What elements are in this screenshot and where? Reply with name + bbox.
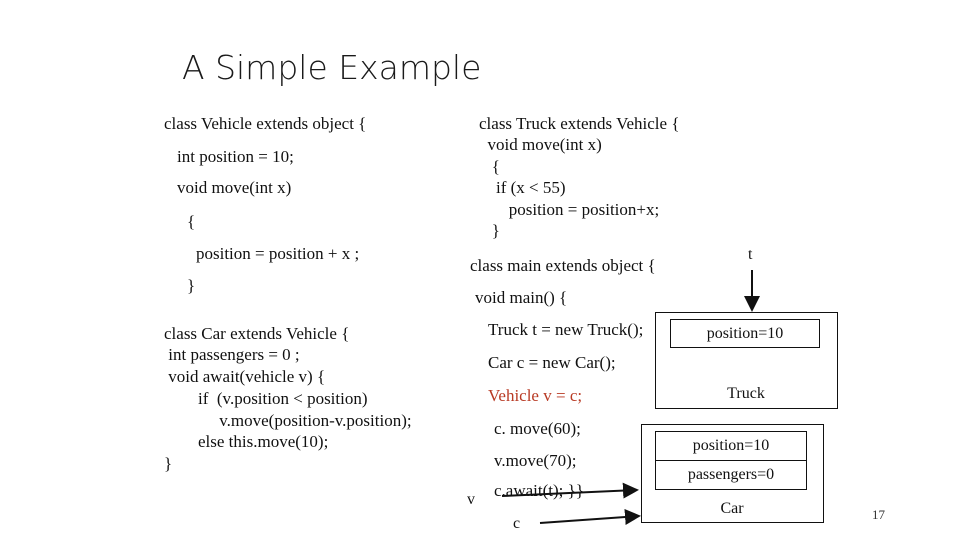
reference-label-c: c bbox=[513, 515, 521, 532]
arrow-c-to-car bbox=[539, 509, 641, 525]
code-line: class Truck extends Vehicle { bbox=[479, 114, 680, 133]
car-type-label: Car bbox=[720, 500, 744, 517]
code-line: } bbox=[187, 276, 196, 295]
code-line: else this.move(10); bbox=[164, 432, 329, 451]
code-line: class Vehicle extends object { bbox=[164, 114, 367, 133]
code-line: { bbox=[479, 157, 500, 176]
code-line: { bbox=[187, 212, 196, 231]
code-line: int passengers = 0 ; bbox=[164, 345, 300, 364]
reference-label-v: v bbox=[467, 491, 475, 508]
code-line: } bbox=[164, 454, 173, 473]
code-line: c.await(t); }} bbox=[494, 481, 584, 500]
car-field-position: position=10 bbox=[655, 431, 807, 461]
code-line: void main() { bbox=[475, 288, 568, 307]
truck-field-position: position=10 bbox=[670, 319, 820, 348]
code-line: void move(int x) bbox=[479, 135, 602, 154]
page-number: 17 bbox=[872, 507, 885, 522]
code-line: } bbox=[479, 221, 500, 240]
truck-object-box: position=10 Truck bbox=[655, 312, 838, 409]
car-field-passengers: passengers=0 bbox=[655, 460, 807, 490]
code-line: if (x < 55) bbox=[479, 178, 566, 197]
code-line: class Car extends Vehicle { bbox=[164, 324, 350, 343]
reference-label-t: t bbox=[748, 246, 753, 263]
code-line: c. move(60); bbox=[494, 419, 581, 438]
code-line: class main extends object { bbox=[470, 256, 656, 275]
truck-type-label: Truck bbox=[727, 385, 765, 402]
code-line: void move(int x) bbox=[177, 178, 292, 197]
code-line: int position = 10; bbox=[177, 147, 294, 166]
car-object-box: position=10 passengers=0 Car bbox=[641, 424, 824, 523]
slide-title: A Simple Example bbox=[182, 48, 482, 87]
code-line: position = position + x ; bbox=[196, 244, 360, 263]
code-line: void await(vehicle v) { bbox=[164, 367, 326, 386]
code-line: Car c = new Car(); bbox=[488, 353, 616, 372]
code-line: position = position+x; bbox=[479, 200, 660, 219]
highlighted-code-line: Vehicle v = c; bbox=[488, 386, 583, 405]
code-line: if (v.position < position) bbox=[164, 389, 368, 408]
code-line: v.move(position-v.position); bbox=[164, 411, 412, 430]
code-line: Truck t = new Truck(); bbox=[488, 320, 644, 339]
code-line: v.move(70); bbox=[494, 451, 577, 470]
